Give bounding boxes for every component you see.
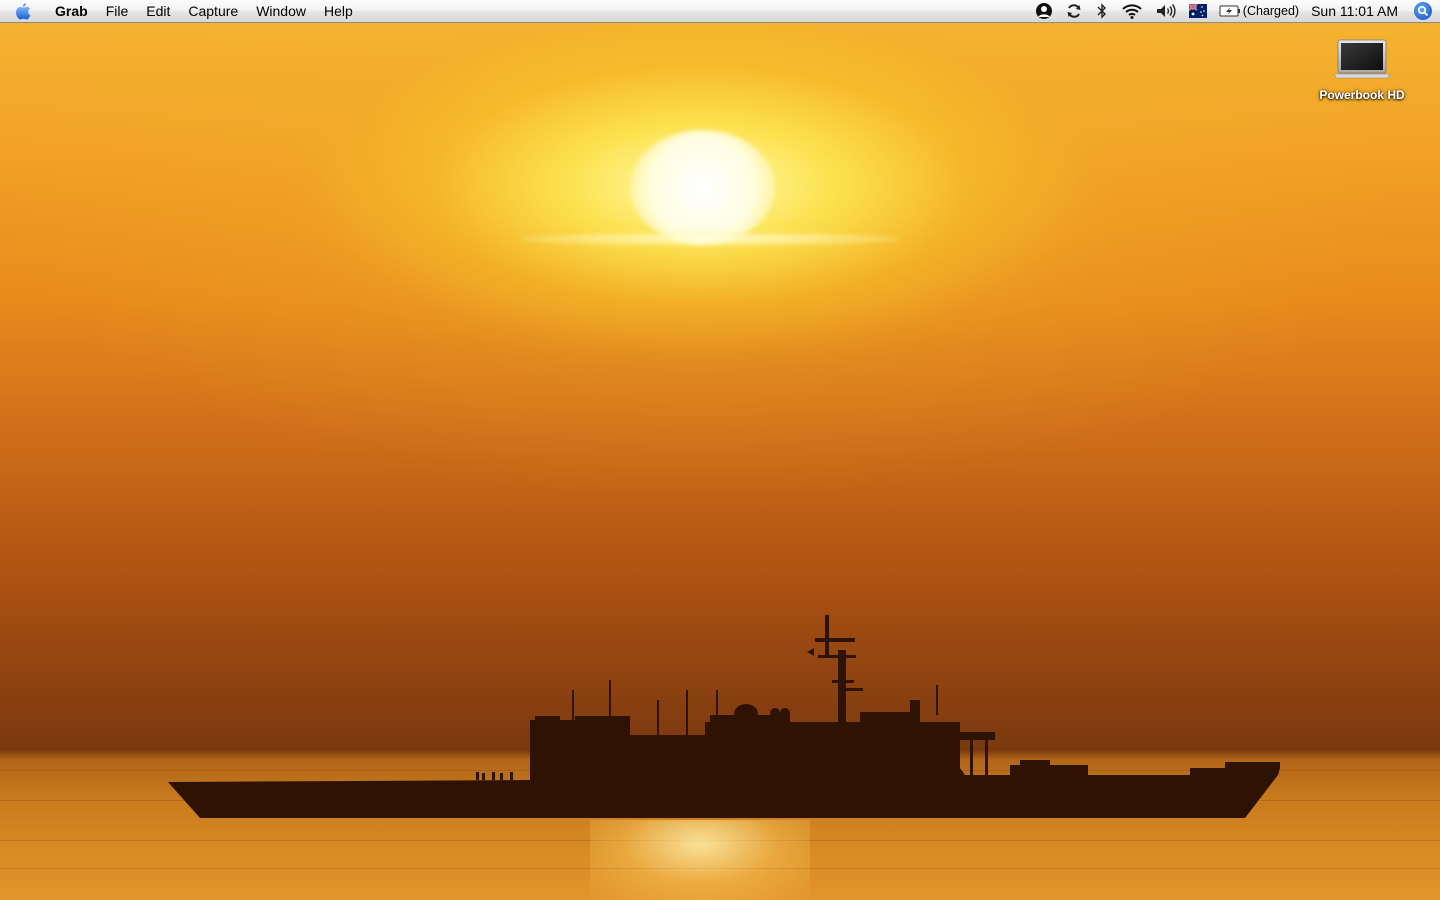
menu-clock[interactable]: Sun 11:01 AM [1299,0,1406,22]
menu-bar: Grab File Edit Capture Window Help (Char… [0,0,1440,23]
menu-file[interactable]: File [97,0,138,22]
desktop: Grab File Edit Capture Window Help (Char… [0,0,1440,900]
wallpaper-ship-silhouette [168,615,1280,818]
magnifier-icon [1417,5,1429,17]
input-menu-extra[interactable] [1183,0,1213,22]
user-icon [1035,3,1052,19]
menu-window[interactable]: Window [247,0,315,22]
apple-icon [16,3,31,20]
bluetooth-icon [1097,3,1106,19]
sync-icon [1067,4,1081,18]
bluetooth-menu-extra[interactable] [1089,0,1115,22]
menu-help[interactable]: Help [315,0,362,22]
australia-flag-icon [1188,4,1207,18]
wifi-menu-extra[interactable] [1115,0,1149,22]
battery-menu-extra[interactable] [1213,0,1243,22]
apple-menu[interactable] [0,0,46,22]
battery-status-text[interactable]: (Charged) [1243,0,1299,22]
volume-icon [1156,4,1176,18]
menu-capture[interactable]: Capture [179,0,247,22]
wifi-icon [1122,4,1142,19]
app-menu-grab[interactable]: Grab [46,0,97,22]
menu-edit[interactable]: Edit [137,0,179,22]
spotlight-icon [1414,2,1432,20]
sync-menu-extra[interactable] [1059,0,1089,22]
laptop-drive-icon [1308,36,1416,80]
desktop-icon-label: Powerbook HD [1319,88,1405,102]
spotlight-button[interactable] [1406,0,1440,22]
battery-icon [1219,5,1240,17]
volume-menu-extra[interactable] [1149,0,1183,22]
user-menu-extra[interactable] [1029,0,1059,22]
desktop-icon-powerbook-hd[interactable]: Powerbook HD [1308,36,1416,102]
